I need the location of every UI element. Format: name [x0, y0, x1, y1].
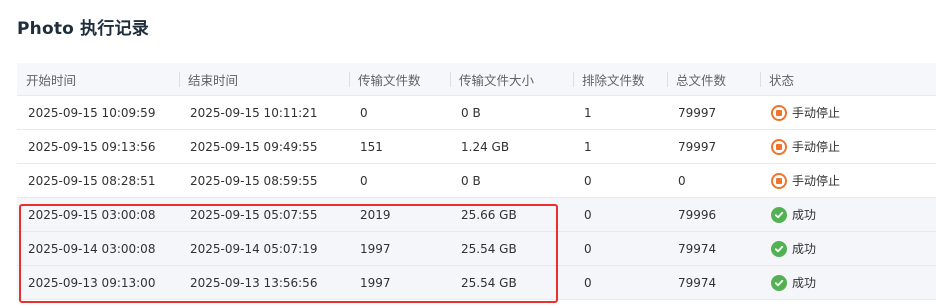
status-badge: 成功 — [771, 240, 816, 257]
table-header: 开始时间 结束时间 传输文件数 传输文件大小 排除文件数 总文件数 状态 — [17, 63, 936, 96]
execution-records-table: 开始时间 结束时间 传输文件数 传输文件大小 排除文件数 总文件数 状态 202… — [17, 63, 936, 300]
total-files-cell: 79974 — [678, 275, 717, 290]
table-row[interactable]: 2025-09-14 03:00:08 2025-09-14 05:07:19 19… — [17, 232, 936, 266]
transferred-size-cell: 0 B — [461, 105, 481, 120]
status-label: 成功 — [792, 276, 817, 290]
start-time-cell: 2025-09-14 03:00:08 — [28, 241, 156, 256]
transferred-size-cell: 1.24 GB — [461, 139, 510, 154]
end-time-cell: 2025-09-15 10:11:21 — [190, 105, 318, 120]
table-row[interactable]: 2025-09-15 10:09:59 2025-09-15 10:11:21 0 0… — [17, 96, 936, 130]
status-label: 成功 — [792, 242, 817, 256]
check-circle-icon — [771, 240, 787, 257]
status-badge: 成功 — [771, 274, 816, 291]
column-header-transferred-files[interactable]: 传输文件数 — [349, 63, 450, 95]
excluded-files-cell: 0 — [584, 241, 592, 256]
end-time-cell: 2025-09-15 09:49:55 — [190, 139, 318, 154]
transferred-files-cell: 0 — [360, 105, 368, 120]
transferred-size-cell: 25.66 GB — [461, 207, 517, 222]
stop-icon — [771, 104, 787, 121]
status-label: 成功 — [792, 208, 817, 222]
status-badge: 成功 — [771, 206, 816, 223]
status-label: 手动停止 — [792, 140, 841, 154]
column-header-transferred-size[interactable]: 传输文件大小 — [450, 63, 573, 95]
excluded-files-cell: 1 — [584, 139, 592, 154]
transferred-files-cell: 2019 — [360, 207, 391, 222]
page-title: Photo 执行记录 — [17, 19, 149, 39]
transferred-size-cell: 25.54 GB — [461, 241, 517, 256]
start-time-cell: 2025-09-15 10:09:59 — [28, 105, 156, 120]
excluded-files-cell: 0 — [584, 207, 592, 222]
status-badge: 手动停止 — [771, 104, 840, 121]
status-cell: 成功 — [760, 266, 936, 299]
excluded-files-cell: 1 — [584, 105, 592, 120]
total-files-cell: 0 — [678, 173, 686, 188]
start-time-cell: 2025-09-15 08:28:51 — [28, 173, 156, 188]
transferred-size-cell: 25.54 GB — [461, 275, 517, 290]
start-time-cell: 2025-09-13 09:13:00 — [28, 275, 156, 290]
end-time-cell: 2025-09-15 08:59:55 — [190, 173, 318, 188]
status-cell: 成功 — [760, 198, 936, 231]
total-files-cell: 79996 — [678, 207, 717, 222]
stop-icon — [771, 138, 787, 155]
excluded-files-cell: 0 — [584, 275, 592, 290]
table-row[interactable]: 2025-09-15 08:28:51 2025-09-15 08:59:55 0 0… — [17, 164, 936, 198]
status-badge: 手动停止 — [771, 172, 840, 189]
table-row[interactable]: 2025-09-15 09:13:56 2025-09-15 09:49:55 15… — [17, 130, 936, 164]
column-header-excluded-files[interactable]: 排除文件数 — [573, 63, 667, 95]
end-time-cell: 2025-09-13 13:56:56 — [190, 275, 318, 290]
total-files-cell: 79997 — [678, 105, 717, 120]
start-time-cell: 2025-09-15 03:00:08 — [28, 207, 156, 222]
column-header-end-time[interactable]: 结束时间 — [179, 63, 349, 95]
transferred-files-cell: 1997 — [360, 241, 391, 256]
status-badge: 手动停止 — [771, 138, 840, 155]
excluded-files-cell: 0 — [584, 173, 592, 188]
total-files-cell: 79997 — [678, 139, 717, 154]
column-header-start-time[interactable]: 开始时间 — [17, 63, 179, 95]
check-circle-icon — [771, 274, 787, 291]
status-label: 手动停止 — [792, 106, 841, 120]
stop-icon — [771, 172, 787, 189]
status-cell: 成功 — [760, 232, 936, 265]
status-cell: 手动停止 — [760, 164, 936, 197]
transferred-files-cell: 1997 — [360, 275, 391, 290]
status-label: 手动停止 — [792, 174, 841, 188]
table-row[interactable]: 2025-09-13 09:13:00 2025-09-13 13:56:56 19… — [17, 266, 936, 300]
transferred-files-cell: 0 — [360, 173, 368, 188]
transferred-size-cell: 0 B — [461, 173, 481, 188]
end-time-cell: 2025-09-15 05:07:55 — [190, 207, 318, 222]
status-cell: 手动停止 — [760, 130, 936, 163]
start-time-cell: 2025-09-15 09:13:56 — [28, 139, 156, 154]
column-header-status[interactable]: 状态 — [760, 63, 936, 95]
column-header-total-files[interactable]: 总文件数 — [667, 63, 760, 95]
total-files-cell: 79974 — [678, 241, 717, 256]
transferred-files-cell: 151 — [360, 139, 383, 154]
check-circle-icon — [771, 206, 787, 223]
table-row[interactable]: 2025-09-15 03:00:08 2025-09-15 05:07:55 20… — [17, 198, 936, 232]
status-cell: 手动停止 — [760, 96, 936, 129]
end-time-cell: 2025-09-14 05:07:19 — [190, 241, 318, 256]
